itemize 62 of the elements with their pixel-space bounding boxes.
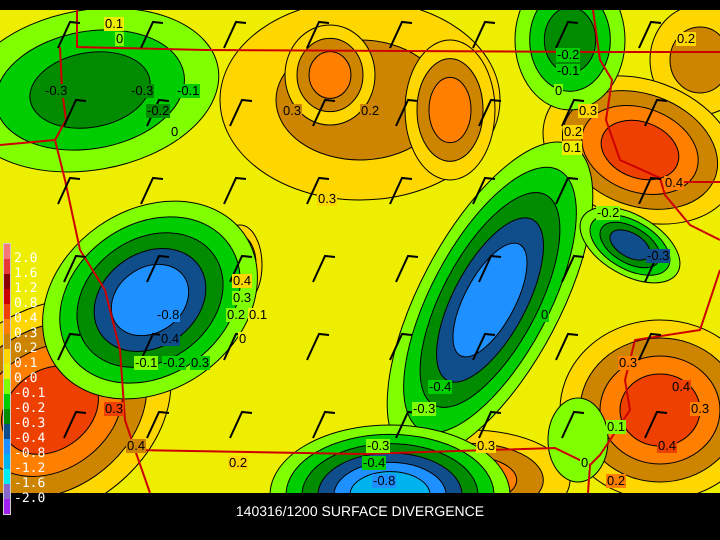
contour-label: -0.2 [162,356,186,370]
contour-label: -0.2 [596,206,620,220]
legend-label: 0.8 [14,296,38,311]
contour-label: 0.3 [476,439,496,453]
contour-label: 0 [580,456,590,470]
contour-label: -0.2 [556,48,580,62]
contour-label: -0.3 [44,84,68,98]
contour-label: -0.4 [428,380,452,394]
contour-label: 0.2 [226,308,246,322]
contour-label: -0.8 [372,474,396,488]
legend-label: -1.6 [14,476,46,491]
contour-label: 0.3 [317,192,338,206]
contour-label: 0 [170,125,180,139]
contour-label: 0.3 [232,291,252,305]
contour-label: 0.1 [248,308,268,322]
contour-label: -0.3 [412,402,436,416]
contour-label: 0.3 [618,356,638,370]
contour-label: 0.4 [671,380,692,394]
contour-label: 0.3 [578,104,598,118]
contour-label: 0.4 [160,332,180,346]
legend-label: -0.1 [14,386,46,401]
legend-label: 0.1 [14,356,38,371]
contour-label: -0.1 [134,356,158,370]
contour-label: -0.3 [366,439,390,453]
contour-label: 0.1 [104,17,124,31]
legend-label: -0.4 [14,431,46,446]
contour-label: 0 [238,332,248,346]
legend-label: -0.3 [14,416,46,431]
contour-label: 0 [115,32,124,46]
legend-label: 1.6 [14,266,38,281]
contour-label: 0.2 [228,456,248,470]
contour-label: -0.1 [176,84,200,98]
contour-label: 0.4 [664,176,684,190]
contour-label: -0.1 [556,64,580,78]
contour-label: 0.2 [360,104,380,118]
legend-label: 2.0 [14,251,38,266]
legend-label: -2.0 [14,491,46,506]
contour-label: 0.3 [104,402,124,416]
contour-label: 0.3 [690,402,710,416]
contour-label: -0.4 [362,456,386,470]
contour-label: 0.2 [676,32,696,46]
legend-label: 0.4 [14,311,38,326]
contour-label: 0.2 [563,125,584,139]
contour-label: -0.2 [146,104,170,118]
contour-label: 0 [540,308,550,322]
legend-label: 0.2 [14,341,38,356]
chart-title: 140316/1200 SURFACE DIVERGENCE [236,502,484,518]
contour-label: 0.1 [562,141,582,155]
contour-label: 0.4 [232,274,252,288]
contour-label: -0.3 [130,84,154,98]
legend-label: -0.2 [14,401,46,416]
contour-label: 0.2 [606,474,626,488]
contour-label: -0.3 [646,249,670,263]
contour-label: 0.3 [282,104,302,118]
contour-label: 0.4 [657,439,678,453]
contour-label: -0.8 [156,308,180,322]
legend-label: 1.2 [14,281,38,296]
legend-label: -1.2 [14,461,46,476]
contour-label: 0 [554,84,564,98]
contour-label: 0.4 [126,439,146,453]
contour-label: 0.3 [190,356,210,370]
contour-label: 0.1 [606,420,626,434]
